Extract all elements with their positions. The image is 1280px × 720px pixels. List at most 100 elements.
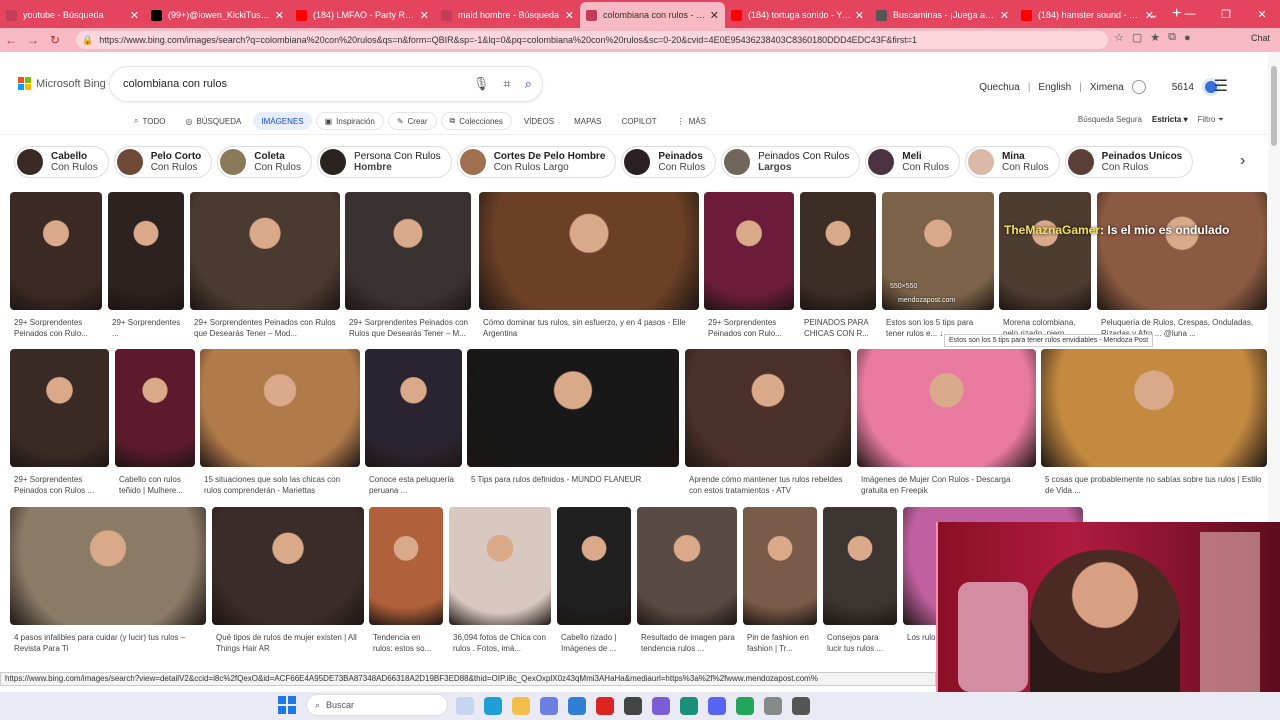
app-icon[interactable]	[624, 697, 642, 715]
windows-start-icon[interactable]	[278, 696, 296, 714]
image-result[interactable]	[882, 192, 994, 310]
image-source-badge[interactable]: mendozapost.com	[898, 297, 955, 304]
app-icon[interactable]	[680, 697, 698, 715]
image-result[interactable]	[467, 349, 679, 467]
scope-todo[interactable]: ⌕ TODO	[126, 112, 173, 130]
mail-icon[interactable]	[568, 697, 586, 715]
chevron-right-icon[interactable]: ›	[1240, 152, 1245, 170]
image-caption[interactable]: 36,094 fotos de Chica con rulos . Fotos,…	[453, 632, 549, 654]
related-search-chip[interactable]: Cortes De Pelo Hombre Con Rulos Largo	[456, 146, 617, 178]
browser-tab[interactable]: maid hombre - Búsqueda ✕	[435, 2, 580, 28]
scope-copilot[interactable]: COPILOT	[614, 112, 665, 130]
close-tab-icon[interactable]: ✕	[275, 9, 284, 22]
image-caption[interactable]: PEINADOS PARA CHICAS CON R...	[804, 317, 874, 339]
image-caption[interactable]: Consejos para lucir tus rulos ...	[827, 632, 895, 654]
store-icon[interactable]	[540, 697, 558, 715]
scrollbar-thumb[interactable]	[1271, 66, 1277, 146]
related-search-chip[interactable]: Mina Con Rulos	[964, 146, 1060, 178]
image-result[interactable]	[743, 507, 817, 625]
image-caption[interactable]: 29+ Sorprendentes Peinados con Rulo...	[708, 317, 792, 339]
image-result[interactable]	[479, 192, 699, 310]
image-caption[interactable]: 29+ Sorprendentes Peinados con Rulos que…	[349, 317, 469, 339]
rewards-points[interactable]: 5614	[1172, 82, 1194, 93]
back-icon[interactable]: ←	[0, 33, 22, 47]
scope-busqueda[interactable]: ◎ BÚSQUEDA	[177, 112, 249, 130]
related-search-chip[interactable]: Peinados Con Rulos Largos	[721, 146, 861, 178]
file-explorer-icon[interactable]	[512, 697, 530, 715]
minimize-button[interactable]: —	[1172, 8, 1208, 20]
close-tab-icon[interactable]: ✕	[855, 9, 864, 22]
image-result[interactable]	[108, 192, 184, 310]
close-tab-icon[interactable]: ✕	[420, 9, 429, 22]
collections-icon[interactable]: ⧉	[1168, 31, 1176, 44]
image-result[interactable]	[365, 349, 462, 467]
related-search-chip[interactable]: Coleta Con Rulos	[217, 146, 312, 178]
image-caption[interactable]: 5 Tips para rulos definidos - MUNDO FLAN…	[471, 474, 677, 496]
browser-tab[interactable]: Buscaminas - ¡Juega ahora! ✕	[870, 2, 1015, 28]
image-result[interactable]	[1097, 192, 1267, 310]
close-tab-icon[interactable]: ✕	[1000, 9, 1009, 22]
image-result[interactable]	[704, 192, 794, 310]
tab-list-icon[interactable]: ⌄	[1136, 8, 1172, 21]
profile-avatar[interactable]: ●	[1184, 32, 1191, 44]
app-icon[interactable]	[736, 697, 754, 715]
related-search-chip[interactable]: Meli Con Rulos	[865, 146, 960, 178]
related-search-chip[interactable]: Peinados Con Rulos	[621, 146, 717, 178]
image-caption[interactable]: Imágenes de Mujer Con Rulos - Descarga g…	[861, 474, 1034, 496]
image-caption[interactable]: 29+ Sorprendentes Peinados con Rulos ...	[14, 474, 107, 496]
app-icon[interactable]	[652, 697, 670, 715]
scope-mas[interactable]: ⋮ MÁS	[669, 112, 714, 130]
image-result[interactable]	[449, 507, 551, 625]
image-result[interactable]	[999, 192, 1091, 310]
visual-search-icon[interactable]: ⌗	[503, 76, 510, 92]
search-icon[interactable]: ⌕	[525, 76, 532, 92]
image-caption[interactable]: 15 situaciones que solo las chicas con r…	[204, 474, 358, 496]
hamburger-menu-icon[interactable]: ☰	[1214, 76, 1228, 96]
image-caption[interactable]: Cómo dominar tus rulos, sin esfuerzo, y …	[483, 317, 697, 339]
image-caption[interactable]: Cabello rizado | Imágenes de ...	[561, 632, 629, 654]
language-quechua[interactable]: Quechua	[979, 82, 1020, 93]
image-result[interactable]	[10, 507, 206, 625]
scope-mapas[interactable]: MAPAS	[566, 112, 609, 130]
image-caption[interactable]: Resultado de imagen para tendencia rulos…	[641, 632, 735, 654]
language-english[interactable]: English	[1038, 82, 1071, 93]
discord-icon[interactable]	[708, 697, 726, 715]
close-tab-icon[interactable]: ✕	[130, 9, 139, 22]
scope-crear[interactable]: ✎ Crear	[387, 112, 437, 130]
refresh-icon[interactable]: ↻	[44, 33, 66, 47]
taskbar-search[interactable]: ⌕ Buscar	[306, 694, 448, 716]
browser-tab[interactable]: colombiana con rulos - Búsq... ✕	[580, 2, 725, 28]
related-search-chip[interactable]: Peinados Unicos Con Rulos	[1064, 146, 1194, 178]
safe-search-dropdown[interactable]: Estricta ▾	[1152, 115, 1188, 125]
edge-icon[interactable]	[484, 697, 502, 715]
image-result[interactable]	[369, 507, 443, 625]
maximize-button[interactable]: ❐	[1208, 8, 1244, 21]
browser-tab[interactable]: (184) tortuga sonido - YouTu... ✕	[725, 2, 870, 28]
image-result[interactable]	[10, 349, 109, 467]
image-result[interactable]	[800, 192, 876, 310]
related-search-chip[interactable]: Pelo Corto Con Rulos	[113, 146, 213, 178]
close-tab-icon[interactable]: ✕	[710, 9, 719, 22]
scope-colecciones[interactable]: ⧉ Colecciones	[440, 112, 512, 130]
image-result[interactable]	[823, 507, 897, 625]
scope-inspiracion[interactable]: ▣ Inspiración	[315, 112, 384, 130]
image-result[interactable]	[1041, 349, 1267, 467]
widgets-icon[interactable]	[456, 697, 474, 715]
image-caption[interactable]: 4 pasos infalibles para cuidar (y lucir)…	[14, 632, 204, 654]
related-search-chip[interactable]: Persona Con Rulos Hombre	[316, 146, 452, 178]
search-input[interactable]	[123, 78, 453, 90]
favorite-star-icon[interactable]: ☆	[1114, 31, 1124, 44]
app-icon[interactable]	[764, 697, 782, 715]
image-result[interactable]	[212, 507, 364, 625]
image-result[interactable]	[685, 349, 851, 467]
image-caption[interactable]: Tendencia en rulos: estos so...	[373, 632, 441, 654]
scope-videos[interactable]: VÍDEOS	[516, 112, 562, 130]
image-result[interactable]	[557, 507, 631, 625]
image-result[interactable]	[10, 192, 102, 310]
filter-button[interactable]: Filtro ⏷	[1198, 115, 1224, 125]
browser-tab[interactable]: (184) LMFAO - Party Rock An... ✕	[290, 2, 435, 28]
search-box[interactable]: 🎙 ⌗ ⌕	[110, 67, 542, 101]
image-result[interactable]	[190, 192, 340, 310]
favorites-icon[interactable]: ★	[1150, 31, 1160, 44]
scope-imagenes[interactable]: IMÁGENES	[253, 112, 312, 130]
